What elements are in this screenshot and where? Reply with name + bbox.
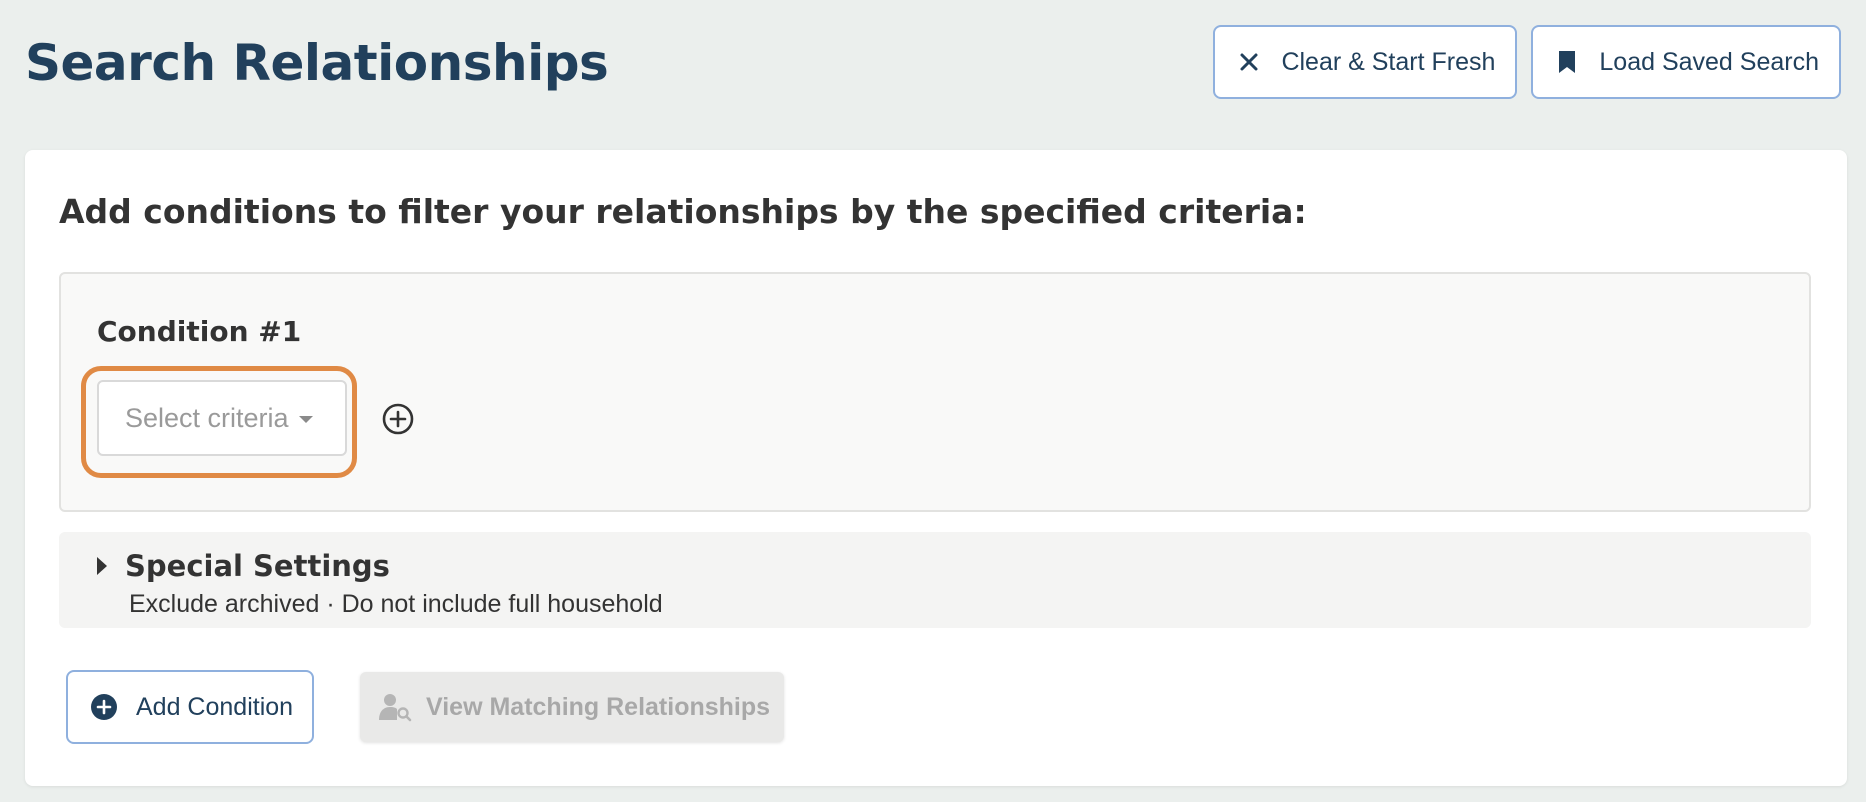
special-settings-summary: Exclude archived · Do not include full h… — [129, 590, 663, 618]
header-actions: Clear & Start Fresh Load Saved Search — [1213, 25, 1841, 99]
close-icon — [1235, 48, 1263, 76]
bookmark-icon — [1553, 48, 1581, 76]
add-criteria-button[interactable] — [381, 402, 415, 436]
caret-right-icon — [97, 557, 107, 575]
special-settings-toggle[interactable]: Special Settings — [97, 546, 390, 586]
view-matching-label: View Matching Relationships — [426, 692, 771, 721]
select-criteria-dropdown[interactable]: Select criteria — [97, 380, 347, 456]
add-condition-button[interactable]: Add Condition — [66, 670, 315, 744]
plus-circle-filled-icon — [91, 694, 117, 720]
clear-start-fresh-label: Clear & Start Fresh — [1281, 47, 1496, 76]
load-saved-search-button[interactable]: Load Saved Search — [1531, 25, 1841, 99]
card-heading: Add conditions to filter your relationsh… — [59, 192, 1307, 231]
user-search-icon — [379, 694, 412, 722]
condition-box: Condition #1 Select criteria — [59, 272, 1811, 512]
clear-start-fresh-button[interactable]: Clear & Start Fresh — [1213, 25, 1518, 99]
special-settings-panel: Special Settings Exclude archived · Do n… — [59, 532, 1811, 628]
search-card: Add conditions to filter your relationsh… — [25, 150, 1847, 786]
special-settings-title: Special Settings — [125, 549, 390, 583]
page-title: Search Relationships — [25, 34, 609, 92]
plus-circle-icon — [382, 403, 414, 435]
chevron-down-icon — [298, 415, 313, 423]
condition-title: Condition #1 — [97, 315, 302, 348]
select-criteria-placeholder: Select criteria — [125, 402, 289, 433]
load-saved-search-label: Load Saved Search — [1599, 47, 1819, 76]
add-condition-label: Add Condition — [136, 692, 294, 721]
view-matching-relationships-button[interactable]: View Matching Relationships — [360, 672, 784, 742]
